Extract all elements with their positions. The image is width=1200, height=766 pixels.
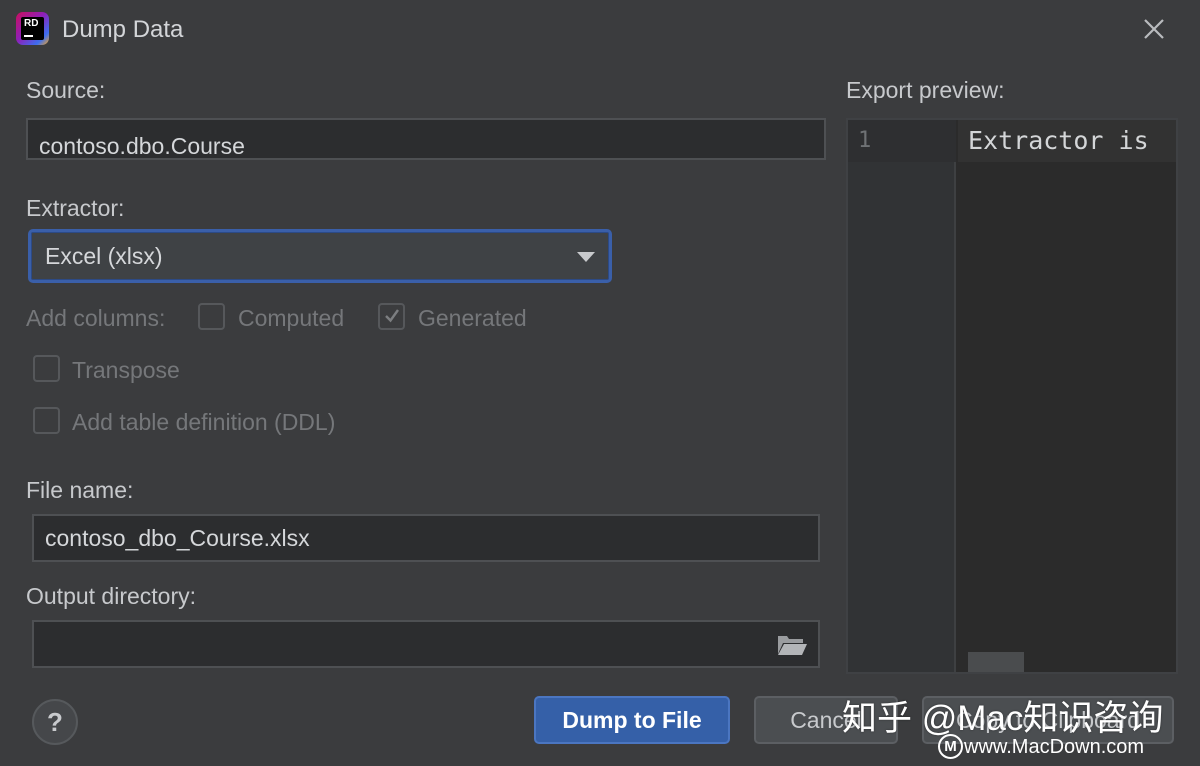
source-field[interactable]: contoso.dbo.Course — [26, 118, 826, 160]
line-number: 1 — [858, 128, 872, 153]
preview-code-text: Extractor is — [968, 126, 1149, 155]
chevron-down-icon — [577, 252, 595, 262]
output-directory-input[interactable] — [32, 620, 820, 668]
add-columns-label: Add columns: — [26, 305, 166, 331]
file-name-label: File name: — [26, 477, 134, 503]
export-preview-label: Export preview: — [846, 77, 1005, 103]
extractor-select[interactable]: Excel (xlsx) — [28, 229, 612, 283]
watermark-url: www.MacDown.com — [964, 736, 1145, 758]
dump-to-file-button[interactable]: Dump to File — [534, 696, 730, 744]
file-name-input[interactable]: contoso_dbo_Course.xlsx — [32, 514, 820, 562]
watermark-logo: M — [938, 734, 963, 759]
ddl-checkbox[interactable] — [33, 407, 60, 434]
computed-label: Computed — [238, 305, 345, 331]
source-label: Source: — [26, 77, 106, 103]
app-logo-text: RD — [24, 18, 39, 29]
transpose-checkbox[interactable] — [33, 355, 60, 382]
watermark-text: 知乎 @Mac知识咨询 — [842, 699, 1164, 738]
transpose-label: Transpose — [72, 357, 180, 383]
close-icon[interactable] — [1140, 15, 1168, 43]
window-title: Dump Data — [62, 16, 184, 43]
extractor-label: Extractor: — [26, 195, 125, 221]
rider-app-logo: RD — [16, 12, 49, 45]
title-bar: RD Dump Data — [0, 0, 1200, 60]
output-directory-label: Output directory: — [26, 583, 197, 609]
folder-open-icon[interactable] — [776, 632, 808, 658]
horizontal-scrollbar-thumb[interactable] — [968, 652, 1024, 672]
line-number-gutter — [848, 120, 956, 672]
checkmark-icon — [385, 309, 399, 323]
export-preview-editor[interactable]: 1 Extractor is — [846, 118, 1178, 674]
ddl-label: Add table definition (DDL) — [72, 409, 336, 435]
help-button[interactable]: ? — [32, 699, 78, 745]
extractor-selected-value: Excel (xlsx) — [45, 242, 163, 269]
generated-label: Generated — [418, 305, 527, 331]
dump-data-dialog: RD Dump Data Source: contoso.dbo.Course … — [0, 0, 1200, 766]
computed-checkbox[interactable] — [198, 303, 225, 330]
generated-checkbox[interactable] — [378, 303, 405, 330]
